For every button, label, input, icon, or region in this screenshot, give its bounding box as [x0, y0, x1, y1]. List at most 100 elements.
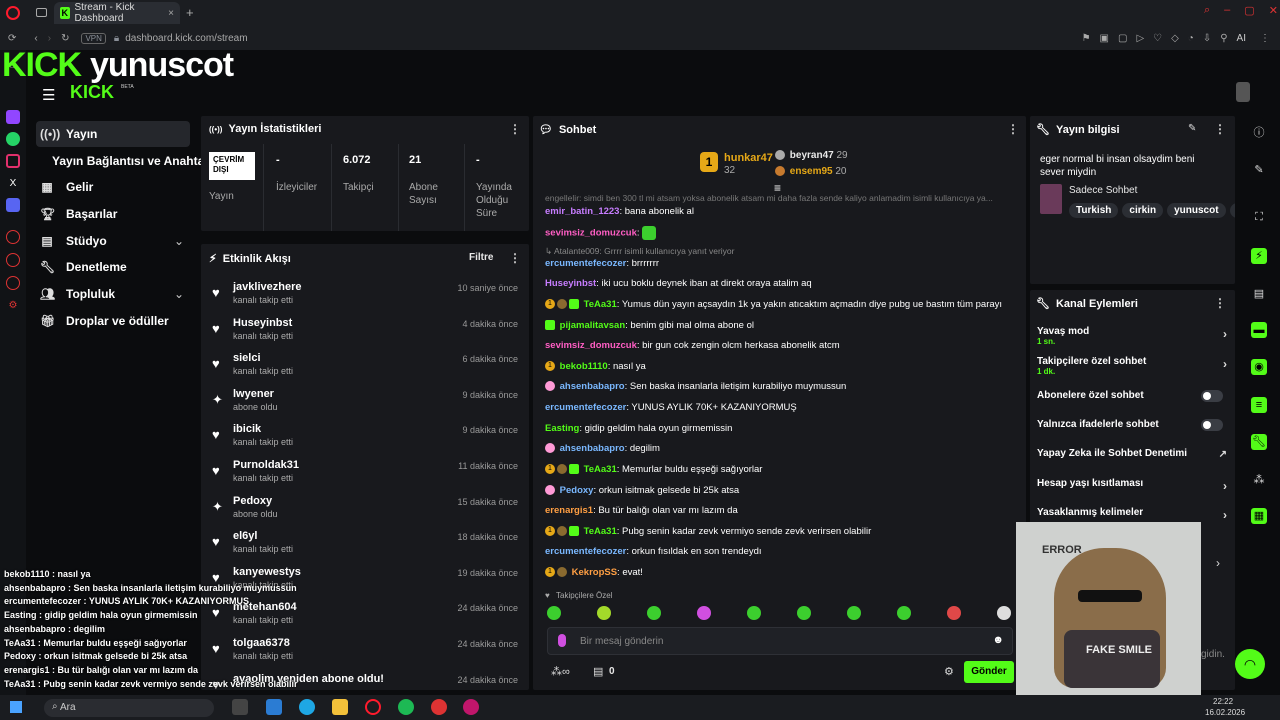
activity-user[interactable]: ibicik	[233, 423, 261, 435]
spotify-icon[interactable]	[398, 699, 414, 715]
ai-moderation-row[interactable]: Yapay Zeka ile Sohbet Denetimi ↗	[1037, 448, 1227, 460]
followers-only-row[interactable]: Takipçilere özel sohbet 1 dk. ›	[1037, 356, 1227, 376]
emote-icon[interactable]	[747, 606, 761, 620]
url-text[interactable]: dashboard.kick.com/stream	[125, 33, 247, 44]
app-icon[interactable]	[266, 699, 282, 715]
edit-icon[interactable]: ✎	[1188, 123, 1196, 134]
edit-icon[interactable]: ✎	[1251, 162, 1267, 178]
more-icon[interactable]: ⋮	[509, 251, 521, 265]
emote-icon[interactable]	[697, 606, 711, 620]
chat-icon[interactable]: ▬	[1251, 322, 1267, 338]
chat-username[interactable]: ahsenbabapro	[560, 381, 625, 392]
activity-user[interactable]: tolgaa6378	[233, 637, 290, 649]
emoji-icon[interactable]: ☻	[992, 634, 1004, 646]
chat-username[interactable]: sevimsiz_domuzcuk	[545, 340, 637, 351]
chat-username[interactable]: emir_batin_1223	[545, 206, 619, 217]
gift-icon[interactable]: ▤	[593, 665, 603, 678]
windows-icon[interactable]	[10, 701, 22, 713]
nav-item-gelir[interactable]: ▦ Gelir	[36, 174, 93, 200]
tag[interactable]: c	[1229, 203, 1235, 218]
emote-icon[interactable]	[847, 606, 861, 620]
menu-icon[interactable]: ⋮	[1260, 33, 1270, 44]
activity-user[interactable]: el6yl	[233, 530, 257, 542]
x-icon[interactable]: X	[6, 176, 20, 190]
people-icon[interactable]: ⁂	[1251, 472, 1267, 488]
hamburger-menu-icon[interactable]: ☰	[42, 86, 55, 104]
chat-username[interactable]: ahsenbabapro	[560, 443, 625, 454]
opera-taskbar-icon[interactable]	[365, 699, 381, 715]
emote-only-toggle[interactable]	[1201, 419, 1223, 431]
people-icon[interactable]: ⁂∞	[551, 665, 570, 678]
forward-icon[interactable]: ›	[48, 33, 51, 44]
nav-item-connection[interactable]: Yayın Bağlantısı ve Anahtarı	[48, 148, 212, 174]
chevron-down-icon[interactable]: ⌄	[174, 234, 184, 248]
new-tab-icon[interactable]: +	[186, 5, 194, 20]
opera-icon[interactable]	[6, 6, 20, 20]
activity-user[interactable]: javklivezhere	[233, 281, 302, 293]
emote-icon[interactable]	[897, 606, 911, 620]
chat-username[interactable]: bekob1110	[560, 361, 608, 372]
nav-item-yayin[interactable]: ((•)) Yayın	[36, 121, 97, 147]
chevron-right-icon[interactable]: ›	[1216, 556, 1220, 570]
kick-logo[interactable]: KICK	[2, 46, 82, 85]
chat-username[interactable]: KekropSS	[572, 567, 617, 578]
emote-icon[interactable]	[597, 606, 611, 620]
ai-label[interactable]: AI	[1237, 33, 1246, 44]
activity-user[interactable]: lwyener	[233, 388, 274, 400]
refresh-icon[interactable]: ↻	[61, 33, 69, 44]
minimize-icon[interactable]: –	[1224, 4, 1230, 17]
nav-item-studyo[interactable]: ▤ Stüdyo	[36, 228, 106, 254]
expand-icon[interactable]: ⛶	[1251, 209, 1267, 225]
nav-item-droplar[interactable]: 🎁︎ Droplar ve ödüller	[36, 308, 169, 334]
activity-user[interactable]: Huseyinbst	[233, 317, 292, 329]
back-icon[interactable]: ‹	[34, 33, 37, 44]
chat-input[interactable]: Bir mesaj gönderin ☻	[547, 627, 1013, 655]
discord-icon[interactable]	[6, 198, 20, 212]
chat-username[interactable]: TeAa31	[584, 464, 617, 475]
user-avatar[interactable]	[1236, 82, 1250, 102]
edge-icon[interactable]	[299, 699, 315, 715]
taskbar-search[interactable]: ⌕ Ara	[44, 699, 214, 717]
stats-icon[interactable]: ≡	[1251, 397, 1267, 413]
tag[interactable]: cirkin	[1122, 203, 1164, 218]
explorer-icon[interactable]	[332, 699, 348, 715]
chat-username[interactable]: Huseyinbst	[545, 278, 596, 289]
tabs-icon[interactable]	[36, 8, 47, 17]
kick-small-logo[interactable]: KICK	[70, 82, 114, 103]
nav-item-denetleme[interactable]: 🔧︎ Denetleme	[36, 254, 127, 280]
mic-icon[interactable]	[558, 634, 566, 647]
activity-user[interactable]: kanyewestys	[233, 566, 301, 578]
tag[interactable]: Turkish	[1069, 203, 1119, 218]
whatsapp-icon[interactable]	[6, 132, 20, 146]
info-icon[interactable]: ⓘ	[1251, 125, 1267, 141]
close-tab-icon[interactable]: ×	[168, 8, 174, 19]
wrench-icon[interactable]: 🔧︎	[1251, 434, 1267, 450]
emote-icon[interactable]	[547, 606, 561, 620]
more-icon[interactable]: ⋮	[1214, 296, 1226, 310]
chat-username[interactable]: pijamalitavsan	[560, 320, 625, 331]
chat-username[interactable]: ercumentefecozer	[545, 258, 626, 269]
subs-only-toggle[interactable]	[1201, 390, 1223, 402]
browser-tab[interactable]: K Stream - Kick Dashboard ×	[54, 2, 180, 24]
reload-icon[interactable]: ⟳	[8, 33, 16, 44]
more-icon[interactable]: ⋮	[1007, 122, 1019, 136]
chat-username[interactable]: ercumentefecozer	[545, 402, 626, 413]
settings-icon[interactable]: ⚙	[6, 298, 20, 312]
maximize-icon[interactable]: ▢	[1244, 4, 1254, 17]
activity-user[interactable]: Purnoldak31	[233, 459, 299, 471]
broadcast-icon[interactable]: ◉	[1251, 359, 1267, 375]
chat-username[interactable]: erenargis1	[545, 505, 593, 516]
chat-username[interactable]: sevimsiz_domuzcuk	[545, 228, 637, 239]
nav-item-basarilar[interactable]: 🏆︎ Başarılar	[36, 201, 117, 227]
chat-settings-icon[interactable]: ⚙	[944, 665, 954, 678]
task-view-icon[interactable]	[232, 699, 248, 715]
more-icon[interactable]: ⋮	[1214, 122, 1226, 136]
clapper-icon[interactable]: ▦	[1251, 508, 1267, 524]
chat-username[interactable]: ercumentefecozer	[545, 546, 626, 557]
chevron-down-icon[interactable]: ⌄	[174, 287, 184, 301]
media-icon[interactable]	[463, 699, 479, 715]
emote-icon[interactable]	[647, 606, 661, 620]
tag[interactable]: yunuscot	[1167, 203, 1226, 218]
bolt-icon[interactable]: ⚡︎	[1251, 248, 1267, 264]
twitch-icon[interactable]	[6, 110, 20, 124]
